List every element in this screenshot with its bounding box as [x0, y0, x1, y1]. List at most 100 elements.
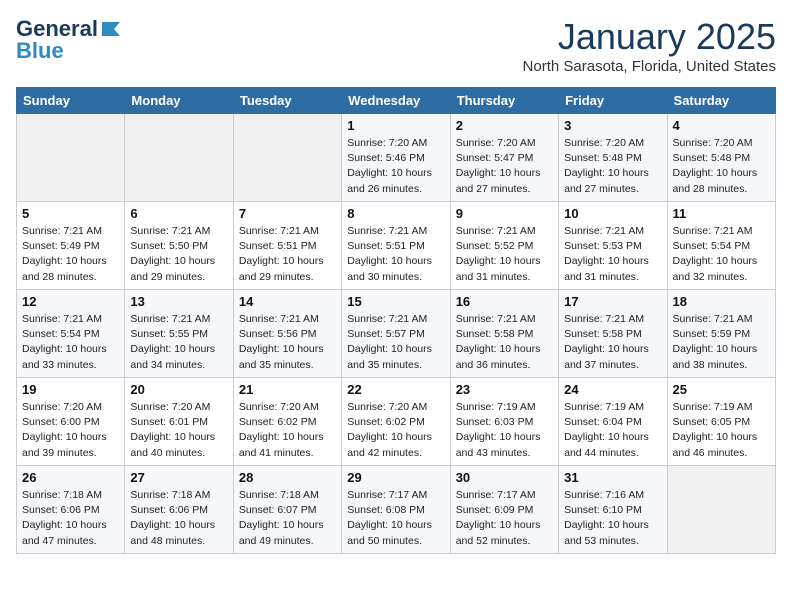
calendar-cell: 3 Sunrise: 7:20 AMSunset: 5:48 PMDaylight… — [559, 114, 667, 202]
calendar-cell: 21 Sunrise: 7:20 AMSunset: 6:02 PMDayligh… — [233, 378, 341, 466]
location: North Sarasota, Florida, United States — [523, 58, 776, 75]
weekday-header-tuesday: Tuesday — [233, 88, 341, 114]
logo: General Blue — [16, 16, 122, 64]
calendar-cell: 14 Sunrise: 7:21 AMSunset: 5:56 PMDayligh… — [233, 290, 341, 378]
day-info: Sunrise: 7:21 AMSunset: 5:50 PMDaylight:… — [130, 224, 227, 285]
day-number: 10 — [564, 206, 661, 221]
day-number: 23 — [456, 382, 553, 397]
day-info: Sunrise: 7:20 AMSunset: 5:48 PMDaylight:… — [673, 136, 770, 197]
day-info: Sunrise: 7:21 AMSunset: 5:54 PMDaylight:… — [22, 312, 119, 373]
day-info: Sunrise: 7:21 AMSunset: 5:59 PMDaylight:… — [673, 312, 770, 373]
day-number: 19 — [22, 382, 119, 397]
calendar-cell: 31 Sunrise: 7:16 AMSunset: 6:10 PMDayligh… — [559, 466, 667, 554]
calendar-cell — [233, 114, 341, 202]
day-number: 30 — [456, 470, 553, 485]
day-info: Sunrise: 7:20 AMSunset: 5:46 PMDaylight:… — [347, 136, 444, 197]
weekday-header-wednesday: Wednesday — [342, 88, 450, 114]
day-number: 9 — [456, 206, 553, 221]
weekday-header-row: SundayMondayTuesdayWednesdayThursdayFrid… — [17, 88, 776, 114]
day-info: Sunrise: 7:20 AMSunset: 6:02 PMDaylight:… — [239, 400, 336, 461]
day-number: 21 — [239, 382, 336, 397]
day-number: 29 — [347, 470, 444, 485]
calendar-cell: 28 Sunrise: 7:18 AMSunset: 6:07 PMDayligh… — [233, 466, 341, 554]
day-info: Sunrise: 7:18 AMSunset: 6:06 PMDaylight:… — [130, 488, 227, 549]
day-info: Sunrise: 7:21 AMSunset: 5:56 PMDaylight:… — [239, 312, 336, 373]
day-info: Sunrise: 7:21 AMSunset: 5:55 PMDaylight:… — [130, 312, 227, 373]
logo-blue: Blue — [16, 38, 64, 64]
day-info: Sunrise: 7:18 AMSunset: 6:06 PMDaylight:… — [22, 488, 119, 549]
day-number: 20 — [130, 382, 227, 397]
day-number: 11 — [673, 206, 770, 221]
day-info: Sunrise: 7:20 AMSunset: 6:00 PMDaylight:… — [22, 400, 119, 461]
calendar-cell: 7Sunrise: 7:21 AMSunset: 5:51 PMDaylight… — [233, 202, 341, 290]
day-number: 12 — [22, 294, 119, 309]
weekday-header-friday: Friday — [559, 88, 667, 114]
weekday-header-thursday: Thursday — [450, 88, 558, 114]
month-title: January 2025 — [523, 16, 776, 58]
weekday-header-sunday: Sunday — [17, 88, 125, 114]
day-number: 6 — [130, 206, 227, 221]
day-info: Sunrise: 7:17 AMSunset: 6:08 PMDaylight:… — [347, 488, 444, 549]
calendar-cell: 25Sunrise: 7:19 AMSunset: 6:05 PMDayligh… — [667, 378, 775, 466]
calendar-cell — [125, 114, 233, 202]
calendar-table: SundayMondayTuesdayWednesdayThursdayFrid… — [16, 87, 776, 554]
calendar-cell — [17, 114, 125, 202]
day-info: Sunrise: 7:20 AMSunset: 5:48 PMDaylight:… — [564, 136, 661, 197]
calendar-cell: 30 Sunrise: 7:17 AMSunset: 6:09 PMDayligh… — [450, 466, 558, 554]
day-number: 13 — [130, 294, 227, 309]
calendar-cell: 4 Sunrise: 7:20 AMSunset: 5:48 PMDaylight… — [667, 114, 775, 202]
calendar-cell: 22 Sunrise: 7:20 AMSunset: 6:02 PMDayligh… — [342, 378, 450, 466]
day-number: 17 — [564, 294, 661, 309]
calendar-cell: 16Sunrise: 7:21 AMSunset: 5:58 PMDayligh… — [450, 290, 558, 378]
day-info: Sunrise: 7:19 AMSunset: 6:03 PMDaylight:… — [456, 400, 553, 461]
day-info: Sunrise: 7:21 AMSunset: 5:49 PMDaylight:… — [22, 224, 119, 285]
weekday-header-saturday: Saturday — [667, 88, 775, 114]
day-number: 31 — [564, 470, 661, 485]
calendar-cell: 29 Sunrise: 7:17 AMSunset: 6:08 PMDayligh… — [342, 466, 450, 554]
week-row-3: 12 Sunrise: 7:21 AMSunset: 5:54 PMDayligh… — [17, 290, 776, 378]
day-info: Sunrise: 7:18 AMSunset: 6:07 PMDaylight:… — [239, 488, 336, 549]
day-info: Sunrise: 7:21 AMSunset: 5:57 PMDaylight:… — [347, 312, 444, 373]
day-info: Sunrise: 7:20 AMSunset: 6:02 PMDaylight:… — [347, 400, 444, 461]
day-number: 22 — [347, 382, 444, 397]
calendar-cell: 11 Sunrise: 7:21 AMSunset: 5:54 PMDayligh… — [667, 202, 775, 290]
calendar-cell: 12 Sunrise: 7:21 AMSunset: 5:54 PMDayligh… — [17, 290, 125, 378]
logo-flag-icon — [100, 20, 122, 38]
day-number: 27 — [130, 470, 227, 485]
calendar-cell: 18 Sunrise: 7:21 AMSunset: 5:59 PMDayligh… — [667, 290, 775, 378]
calendar-cell: 19 Sunrise: 7:20 AMSunset: 6:00 PMDayligh… — [17, 378, 125, 466]
day-number: 18 — [673, 294, 770, 309]
day-number: 14 — [239, 294, 336, 309]
week-row-4: 19 Sunrise: 7:20 AMSunset: 6:00 PMDayligh… — [17, 378, 776, 466]
page-header: General Blue January 2025 North Sarasota… — [16, 16, 776, 75]
week-row-5: 26Sunrise: 7:18 AMSunset: 6:06 PMDayligh… — [17, 466, 776, 554]
day-number: 28 — [239, 470, 336, 485]
calendar-cell: 13 Sunrise: 7:21 AMSunset: 5:55 PMDayligh… — [125, 290, 233, 378]
week-row-1: 1Sunrise: 7:20 AMSunset: 5:46 PMDaylight… — [17, 114, 776, 202]
calendar-cell: 20 Sunrise: 7:20 AMSunset: 6:01 PMDayligh… — [125, 378, 233, 466]
day-number: 7 — [239, 206, 336, 221]
calendar-cell: 2Sunrise: 7:20 AMSunset: 5:47 PMDaylight… — [450, 114, 558, 202]
day-info: Sunrise: 7:21 AMSunset: 5:53 PMDaylight:… — [564, 224, 661, 285]
calendar-cell — [667, 466, 775, 554]
day-number: 15 — [347, 294, 444, 309]
day-number: 3 — [564, 118, 661, 133]
calendar-cell: 17 Sunrise: 7:21 AMSunset: 5:58 PMDayligh… — [559, 290, 667, 378]
day-info: Sunrise: 7:21 AMSunset: 5:51 PMDaylight:… — [347, 224, 444, 285]
day-info: Sunrise: 7:17 AMSunset: 6:09 PMDaylight:… — [456, 488, 553, 549]
calendar-cell: 27 Sunrise: 7:18 AMSunset: 6:06 PMDayligh… — [125, 466, 233, 554]
calendar-cell: 24Sunrise: 7:19 AMSunset: 6:04 PMDayligh… — [559, 378, 667, 466]
calendar-cell: 5Sunrise: 7:21 AMSunset: 5:49 PMDaylight… — [17, 202, 125, 290]
day-info: Sunrise: 7:21 AMSunset: 5:54 PMDaylight:… — [673, 224, 770, 285]
day-info: Sunrise: 7:20 AMSunset: 6:01 PMDaylight:… — [130, 400, 227, 461]
day-info: Sunrise: 7:20 AMSunset: 5:47 PMDaylight:… — [456, 136, 553, 197]
day-number: 4 — [673, 118, 770, 133]
calendar-cell: 1Sunrise: 7:20 AMSunset: 5:46 PMDaylight… — [342, 114, 450, 202]
calendar-cell: 15 Sunrise: 7:21 AMSunset: 5:57 PMDayligh… — [342, 290, 450, 378]
day-info: Sunrise: 7:16 AMSunset: 6:10 PMDaylight:… — [564, 488, 661, 549]
calendar-cell: 10 Sunrise: 7:21 AMSunset: 5:53 PMDayligh… — [559, 202, 667, 290]
day-info: Sunrise: 7:21 AMSunset: 5:52 PMDaylight:… — [456, 224, 553, 285]
day-number: 8 — [347, 206, 444, 221]
day-info: Sunrise: 7:21 AMSunset: 5:58 PMDaylight:… — [564, 312, 661, 373]
day-info: Sunrise: 7:21 AMSunset: 5:58 PMDaylight:… — [456, 312, 553, 373]
